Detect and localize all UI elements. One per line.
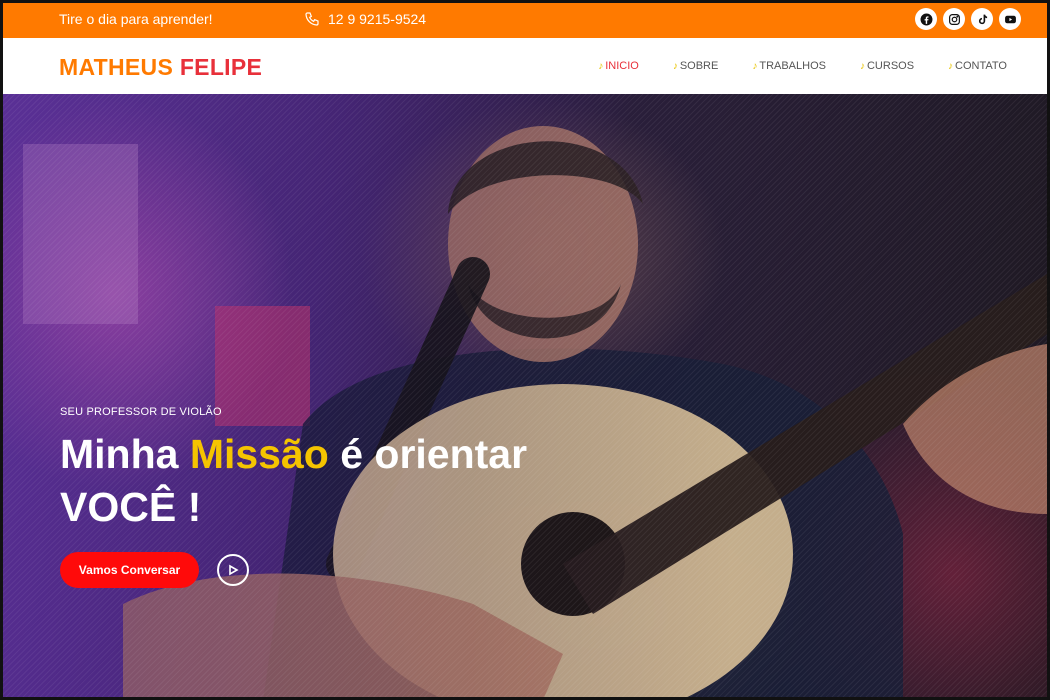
headline-part1: Minha xyxy=(60,431,190,477)
nav-label: SOBRE xyxy=(679,60,719,72)
phone-icon xyxy=(305,12,319,26)
instagram-icon[interactable] xyxy=(943,8,965,30)
hero-actions: Vamos Conversar xyxy=(60,552,249,588)
site-logo[interactable]: MATHEUS FELIPE xyxy=(59,54,262,81)
nav-label: CURSOS xyxy=(866,60,915,72)
nav-item-trabalhos[interactable]: ♪ TRABALHOS xyxy=(752,60,826,72)
music-note-icon: ♪ xyxy=(948,60,954,72)
social-links xyxy=(915,8,1021,30)
play-icon xyxy=(229,564,239,576)
top-bar: Tire o dia para aprender! 12 9 9215-9524 xyxy=(3,3,1047,38)
nav-label: CONTATO xyxy=(955,60,1007,72)
music-note-icon: ♪ xyxy=(672,60,678,72)
play-video-button[interactable] xyxy=(217,554,249,586)
headline-accent: Missão xyxy=(189,431,329,477)
nav-label: INICIO xyxy=(605,60,639,72)
hero-text: SEU PROFESSOR DE VIOLÃO Minha Missão é o… xyxy=(60,406,527,535)
music-note-icon: ♪ xyxy=(598,60,604,72)
headline-part2: é orientar xyxy=(328,431,528,477)
logo-last-name: FELIPE xyxy=(179,54,263,80)
tagline: Tire o dia para aprender! xyxy=(59,11,213,27)
hero-section: SEU PROFESSOR DE VIOLÃO Minha Missão é o… xyxy=(3,94,1047,697)
nav-label: TRABALHOS xyxy=(759,60,826,72)
hero-headline: Minha Missão é orientar VOCÊ ! xyxy=(60,428,527,535)
hero-eyebrow: SEU PROFESSOR DE VIOLÃO xyxy=(60,406,222,418)
phone-contact[interactable]: 12 9 9215-9524 xyxy=(304,11,426,27)
site-header: MATHEUS FELIPE ♪ INICIO ♪ SOBRE ♪ TRABAL… xyxy=(3,38,1047,94)
page-frame: Tire o dia para aprender! 12 9 9215-9524 xyxy=(0,0,1050,700)
nav-item-sobre[interactable]: ♪ SOBRE xyxy=(673,60,719,72)
tiktok-icon[interactable] xyxy=(971,8,993,30)
music-note-icon: ♪ xyxy=(859,60,865,72)
nav-item-contato[interactable]: ♪ CONTATO xyxy=(948,60,1007,72)
youtube-icon[interactable] xyxy=(999,8,1021,30)
logo-first-name: MATHEUS xyxy=(59,54,174,80)
hero-texture xyxy=(3,94,1047,697)
nav-item-inicio[interactable]: ♪ INICIO xyxy=(598,60,639,72)
contact-cta-button[interactable]: Vamos Conversar xyxy=(60,552,199,588)
music-note-icon: ♪ xyxy=(752,60,758,72)
nav-item-cursos[interactable]: ♪ CURSOS xyxy=(860,60,914,72)
headline-line2: VOCÊ ! xyxy=(60,484,202,531)
main-nav: ♪ INICIO ♪ SOBRE ♪ TRABALHOS ♪ CURSOS ♪ … xyxy=(598,60,1007,72)
phone-number: 12 9 9215-9524 xyxy=(328,11,427,27)
facebook-icon[interactable] xyxy=(915,8,937,30)
